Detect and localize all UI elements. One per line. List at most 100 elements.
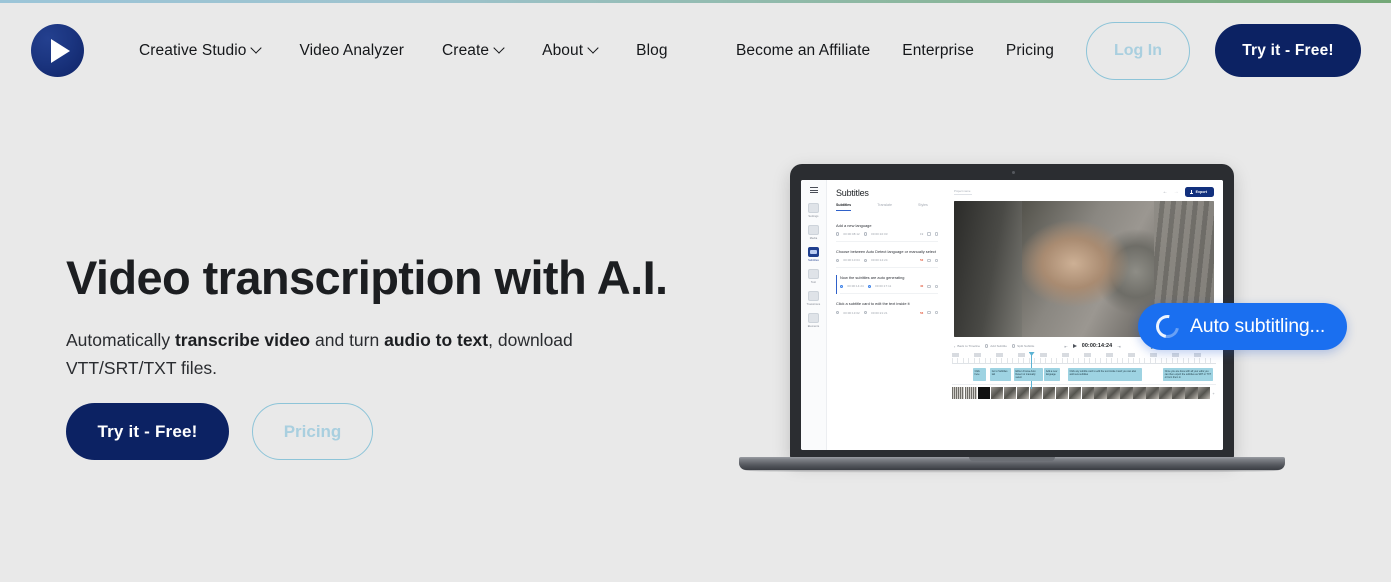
stage-toolbar: Project name ← → Export [945,180,1223,201]
gear-icon [808,203,819,213]
nav-label: Video Analyzer [299,41,405,59]
subtitle-end-time: 00:00:14:24 [871,258,888,263]
hero-sub-part-1: Automatically [66,329,175,350]
nav-item-create[interactable]: Create [442,42,504,60]
filmstrip-frame [1133,387,1146,399]
clock-icon [863,310,868,315]
subtitle-card[interactable]: Add a new language 00:00:08:12 00:00:10:… [836,223,938,243]
subtitle-meta: 00:00:14:24 00:00:17:11 40 [840,284,938,288]
filmstrip-frame [1198,387,1211,399]
export-label: Export [1195,190,1207,194]
filmstrip-frame [1094,387,1107,399]
gear-icon[interactable] [927,232,931,236]
subtitle-text: Click a subtitle card to edit the text i… [836,301,910,307]
nav-primary-links: Creative Studio Video Analyzer Create Ab… [139,42,668,60]
gear-icon[interactable] [927,258,931,262]
split-subtitle-button[interactable]: Split Subtitle [1011,344,1034,348]
timeline-clip[interactable]: Once you are done with all your edits yo… [1163,368,1214,381]
hero-sub-bold-2: audio to text [384,329,489,350]
play-logo[interactable] [31,24,84,77]
project-name-value [954,194,972,196]
subtitle-text: Now the subtitles are auto generating [840,275,905,281]
nav-try-free-button[interactable]: Try it - Free! [1215,24,1361,77]
subtitle-card[interactable]: Click a subtitle card to edit the text i… [836,301,938,315]
timeline-clip[interactable]: Click here [973,368,987,381]
hero-subtitle: Automatically transcribe video and turn … [66,326,626,383]
trash-icon[interactable] [934,232,938,236]
login-button[interactable]: Log In [1086,21,1190,80]
sidebar-label: Settings [808,215,819,218]
nav-item-about[interactable]: About [542,42,598,60]
subtitle-end-time: 00:00:10:03 [871,232,888,237]
filmstrip-frame [1107,387,1120,399]
chevron-down-icon [495,44,504,53]
add-subtitle-button[interactable]: Add Subtitle [985,344,1007,348]
nav-item-enterprise[interactable]: Enterprise [902,42,974,60]
gear-icon[interactable] [927,310,931,315]
play-icon[interactable] [1072,344,1077,348]
main-navigation: Creative Studio Video Analyzer Create Ab… [0,3,1391,98]
play-triangle-icon [50,38,70,63]
add-track-icon[interactable]: + [1211,387,1216,399]
hero-pricing-button[interactable]: Pricing [252,403,373,460]
nav-label: About [542,41,584,59]
subtitle-text: Add a new language [836,223,872,228]
gear-icon[interactable] [927,284,931,289]
subtitle-card-selected[interactable]: Now the subtitles are auto generating 00… [836,275,938,295]
trash-icon[interactable] [934,258,938,262]
sidebar-item-elements[interactable]: Elements [801,313,826,328]
tab-subtitles[interactable]: Subtitles [836,203,852,211]
trash-icon[interactable] [934,284,938,289]
sidebar-item-settings[interactable]: Settings [801,203,826,218]
undo-arrow-icon[interactable]: ← [1163,189,1168,195]
download-icon [1189,190,1194,194]
ruler-ticks [952,358,1216,363]
sidebar-item-media[interactable]: Media [801,225,826,240]
timeline-ruler[interactable] [952,352,1216,389]
sidebar-item-text[interactable]: Text [801,269,826,284]
plus-circle-icon [985,344,989,348]
editor-sidebar: Settings Media Subtitles Text Transition… [801,180,827,450]
subtitle-start-time: 00:00:14:24 [847,284,864,289]
subtitle-text: Choose between Auto Detect language or m… [836,249,936,255]
divider [840,293,938,295]
trash-icon[interactable] [934,310,938,315]
subtitle-card[interactable]: Choose between Auto Detect language or m… [836,249,938,269]
sidebar-item-subtitles[interactable]: Subtitles [801,247,826,262]
timeline-clip[interactable]: Either choose Auto Detect or manually se… [1014,368,1044,381]
timeline-clip[interactable]: Go to Subtitles tab [990,368,1012,381]
nav-item-become-an-affiliate[interactable]: Become an Affiliate [736,42,870,60]
filmstrip-frame [1016,387,1030,399]
hamburger-icon[interactable] [809,187,818,193]
filmstrip-frame [952,387,965,399]
filmstrip-frame [964,387,978,399]
filmstrip-frame [1185,387,1198,399]
char-count: 52 [920,258,924,263]
sidebar-item-transitions[interactable]: Transitions [801,291,826,306]
nav-item-video-analyzer[interactable]: Video Analyzer [299,42,404,60]
loading-spinner-icon [1151,310,1184,343]
redo-arrow-icon[interactable]: → [1174,189,1179,195]
timeline-clip[interactable]: Add a new language [1044,368,1061,381]
nav-item-blog[interactable]: Blog [636,42,667,60]
nav-item-pricing[interactable]: Pricing [1006,42,1054,60]
skip-forward-icon[interactable]: ⇥ [1117,344,1120,349]
timeline-clip[interactable]: Click any subtitle card to edit the text… [1068,368,1143,381]
video-filmstrip[interactable]: + [952,384,1216,399]
tab-translate[interactable]: Translate [877,203,892,211]
project-name-field[interactable]: Project name [954,189,972,196]
hero-try-free-button[interactable]: Try it - Free! [66,403,229,460]
nav-item-creative-studio[interactable]: Creative Studio [139,42,261,60]
page-title: Video transcription with A.I. [66,251,668,304]
filmstrip-frame [1172,387,1185,399]
subtitles-panel: Subtitles Subtitles Translate Styles Add… [827,180,945,450]
clock-icon [867,284,872,289]
skip-back-icon[interactable]: ⇤ [1064,344,1067,349]
back-to-timeline-button[interactable]: ‹ Back to Timeline [954,344,980,349]
clock-icon [836,258,840,262]
export-button[interactable]: Export [1184,187,1214,197]
control-label: Add Subtitle [990,344,1007,348]
clock-icon [836,310,840,315]
tab-styles[interactable]: Styles [918,203,928,211]
chevron-down-icon [252,44,261,53]
